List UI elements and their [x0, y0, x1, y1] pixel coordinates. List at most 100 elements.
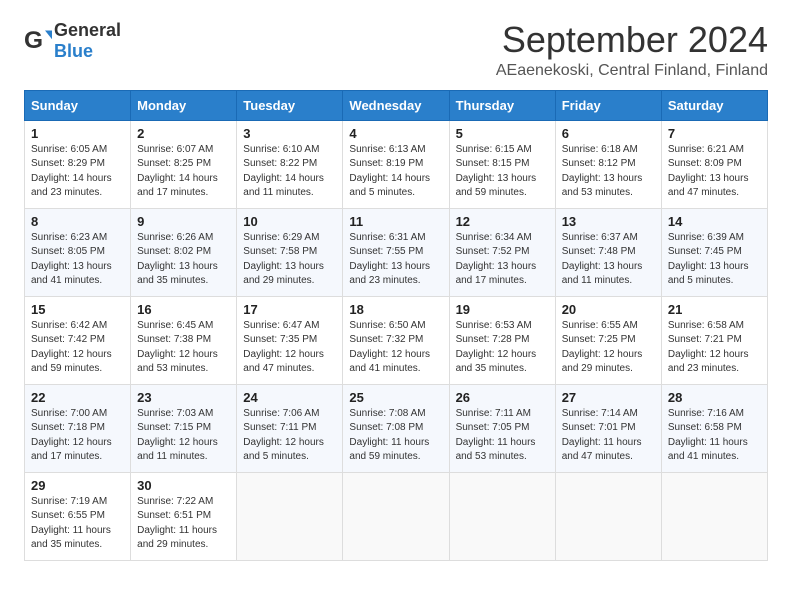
calendar-header-row: SundayMondayTuesdayWednesdayThursdayFrid…	[25, 90, 768, 120]
day-number: 16	[137, 302, 230, 317]
calendar-cell: 28 Sunrise: 7:16 AMSunset: 6:58 PMDayligh…	[661, 384, 767, 472]
day-info: Sunrise: 6:18 AMSunset: 8:12 PMDaylight:…	[562, 143, 655, 201]
logo-icon: G	[24, 27, 52, 55]
svg-text:G: G	[24, 27, 43, 54]
calendar-cell: 14 Sunrise: 6:39 AMSunset: 7:45 PMDayligh…	[661, 208, 767, 296]
calendar-cell: 27 Sunrise: 7:14 AMSunset: 7:01 PMDayligh…	[555, 384, 661, 472]
calendar-cell: 3 Sunrise: 6:10 AMSunset: 8:22 PMDaylight…	[237, 120, 343, 208]
day-info: Sunrise: 7:22 AMSunset: 6:51 PMDaylight:…	[137, 495, 230, 553]
day-number: 23	[137, 390, 230, 405]
calendar-week-row: 29 Sunrise: 7:19 AMSunset: 6:55 PMDayligh…	[25, 472, 768, 560]
day-info: Sunrise: 6:31 AMSunset: 7:55 PMDaylight:…	[349, 231, 442, 289]
day-number: 4	[349, 126, 442, 141]
day-info: Sunrise: 7:19 AMSunset: 6:55 PMDaylight:…	[31, 495, 124, 553]
day-info: Sunrise: 6:50 AMSunset: 7:32 PMDaylight:…	[349, 319, 442, 377]
day-info: Sunrise: 6:53 AMSunset: 7:28 PMDaylight:…	[456, 319, 549, 377]
col-header-sunday: Sunday	[25, 90, 131, 120]
calendar-cell: 25 Sunrise: 7:08 AMSunset: 7:08 PMDayligh…	[343, 384, 449, 472]
calendar-cell: 24 Sunrise: 7:06 AMSunset: 7:11 PMDayligh…	[237, 384, 343, 472]
day-number: 2	[137, 126, 230, 141]
calendar-cell: 8Sunrise: 6:23 AMSunset: 8:05 PMDaylight…	[25, 208, 131, 296]
day-number: 26	[456, 390, 549, 405]
calendar-cell: 9 Sunrise: 6:26 AMSunset: 8:02 PMDaylight…	[131, 208, 237, 296]
calendar-cell	[343, 472, 449, 560]
day-number: 15	[31, 302, 124, 317]
day-number: 6	[562, 126, 655, 141]
day-number: 20	[562, 302, 655, 317]
calendar-week-row: 22Sunrise: 7:00 AMSunset: 7:18 PMDayligh…	[25, 384, 768, 472]
logo-text-blue: Blue	[54, 41, 93, 61]
day-info: Sunrise: 7:08 AMSunset: 7:08 PMDaylight:…	[349, 407, 442, 465]
calendar-cell: 1Sunrise: 6:05 AMSunset: 8:29 PMDaylight…	[25, 120, 131, 208]
day-number: 29	[31, 478, 124, 493]
day-info: Sunrise: 7:14 AMSunset: 7:01 PMDaylight:…	[562, 407, 655, 465]
col-header-wednesday: Wednesday	[343, 90, 449, 120]
calendar-cell	[449, 472, 555, 560]
day-info: Sunrise: 6:10 AMSunset: 8:22 PMDaylight:…	[243, 143, 336, 201]
day-info: Sunrise: 6:45 AMSunset: 7:38 PMDaylight:…	[137, 319, 230, 377]
day-number: 27	[562, 390, 655, 405]
calendar-cell: 4Sunrise: 6:13 AMSunset: 8:19 PMDaylight…	[343, 120, 449, 208]
day-number: 10	[243, 214, 336, 229]
calendar-cell: 22Sunrise: 7:00 AMSunset: 7:18 PMDayligh…	[25, 384, 131, 472]
col-header-tuesday: Tuesday	[237, 90, 343, 120]
day-number: 9	[137, 214, 230, 229]
calendar-cell: 7Sunrise: 6:21 AMSunset: 8:09 PMDaylight…	[661, 120, 767, 208]
day-info: Sunrise: 6:34 AMSunset: 7:52 PMDaylight:…	[456, 231, 549, 289]
day-number: 22	[31, 390, 124, 405]
calendar-week-row: 15 Sunrise: 6:42 AMSunset: 7:42 PMDayligh…	[25, 296, 768, 384]
calendar-cell	[555, 472, 661, 560]
day-info: Sunrise: 7:06 AMSunset: 7:11 PMDaylight:…	[243, 407, 336, 465]
calendar-cell: 5Sunrise: 6:15 AMSunset: 8:15 PMDaylight…	[449, 120, 555, 208]
calendar-cell: 19Sunrise: 6:53 AMSunset: 7:28 PMDayligh…	[449, 296, 555, 384]
day-info: Sunrise: 6:07 AMSunset: 8:25 PMDaylight:…	[137, 143, 230, 201]
day-info: Sunrise: 7:16 AMSunset: 6:58 PMDaylight:…	[668, 407, 761, 465]
day-number: 28	[668, 390, 761, 405]
day-info: Sunrise: 6:42 AMSunset: 7:42 PMDaylight:…	[31, 319, 124, 377]
calendar-cell: 21Sunrise: 6:58 AMSunset: 7:21 PMDayligh…	[661, 296, 767, 384]
calendar-cell: 10 Sunrise: 6:29 AMSunset: 7:58 PMDayligh…	[237, 208, 343, 296]
calendar-week-row: 1Sunrise: 6:05 AMSunset: 8:29 PMDaylight…	[25, 120, 768, 208]
day-number: 5	[456, 126, 549, 141]
day-info: Sunrise: 6:05 AMSunset: 8:29 PMDaylight:…	[31, 143, 124, 201]
day-number: 3	[243, 126, 336, 141]
logo-text-general: General	[54, 20, 121, 40]
calendar-cell: 6 Sunrise: 6:18 AMSunset: 8:12 PMDaylight…	[555, 120, 661, 208]
calendar-cell: 16 Sunrise: 6:45 AMSunset: 7:38 PMDayligh…	[131, 296, 237, 384]
calendar-cell: 30 Sunrise: 7:22 AMSunset: 6:51 PMDayligh…	[131, 472, 237, 560]
day-info: Sunrise: 6:39 AMSunset: 7:45 PMDaylight:…	[668, 231, 761, 289]
day-number: 8	[31, 214, 124, 229]
calendar-cell: 20 Sunrise: 6:55 AMSunset: 7:25 PMDayligh…	[555, 296, 661, 384]
day-info: Sunrise: 6:26 AMSunset: 8:02 PMDaylight:…	[137, 231, 230, 289]
day-number: 13	[562, 214, 655, 229]
day-info: Sunrise: 6:55 AMSunset: 7:25 PMDaylight:…	[562, 319, 655, 377]
calendar-table: SundayMondayTuesdayWednesdayThursdayFrid…	[24, 90, 768, 561]
calendar-cell: 2 Sunrise: 6:07 AMSunset: 8:25 PMDaylight…	[131, 120, 237, 208]
calendar-cell: 13 Sunrise: 6:37 AMSunset: 7:48 PMDayligh…	[555, 208, 661, 296]
calendar-week-row: 8Sunrise: 6:23 AMSunset: 8:05 PMDaylight…	[25, 208, 768, 296]
day-number: 24	[243, 390, 336, 405]
calendar-cell: 12Sunrise: 6:34 AMSunset: 7:52 PMDayligh…	[449, 208, 555, 296]
calendar-cell: 26 Sunrise: 7:11 AMSunset: 7:05 PMDayligh…	[449, 384, 555, 472]
day-number: 30	[137, 478, 230, 493]
header: G General Blue September 2024 AEaenekosk…	[24, 20, 768, 80]
day-info: Sunrise: 6:21 AMSunset: 8:09 PMDaylight:…	[668, 143, 761, 201]
day-info: Sunrise: 6:37 AMSunset: 7:48 PMDaylight:…	[562, 231, 655, 289]
calendar-cell	[661, 472, 767, 560]
day-info: Sunrise: 6:29 AMSunset: 7:58 PMDaylight:…	[243, 231, 336, 289]
day-number: 21	[668, 302, 761, 317]
calendar-cell: 11Sunrise: 6:31 AMSunset: 7:55 PMDayligh…	[343, 208, 449, 296]
day-number: 25	[349, 390, 442, 405]
day-number: 18	[349, 302, 442, 317]
day-info: Sunrise: 7:11 AMSunset: 7:05 PMDaylight:…	[456, 407, 549, 465]
col-header-monday: Monday	[131, 90, 237, 120]
title-area: September 2024 AEaenekoski, Central Finl…	[496, 20, 768, 80]
day-info: Sunrise: 7:03 AMSunset: 7:15 PMDaylight:…	[137, 407, 230, 465]
day-number: 14	[668, 214, 761, 229]
calendar-cell: 17Sunrise: 6:47 AMSunset: 7:35 PMDayligh…	[237, 296, 343, 384]
col-header-thursday: Thursday	[449, 90, 555, 120]
calendar-cell	[237, 472, 343, 560]
month-title: September 2024	[496, 20, 768, 60]
subtitle: AEaenekoski, Central Finland, Finland	[496, 62, 768, 80]
calendar-cell: 29 Sunrise: 7:19 AMSunset: 6:55 PMDayligh…	[25, 472, 131, 560]
